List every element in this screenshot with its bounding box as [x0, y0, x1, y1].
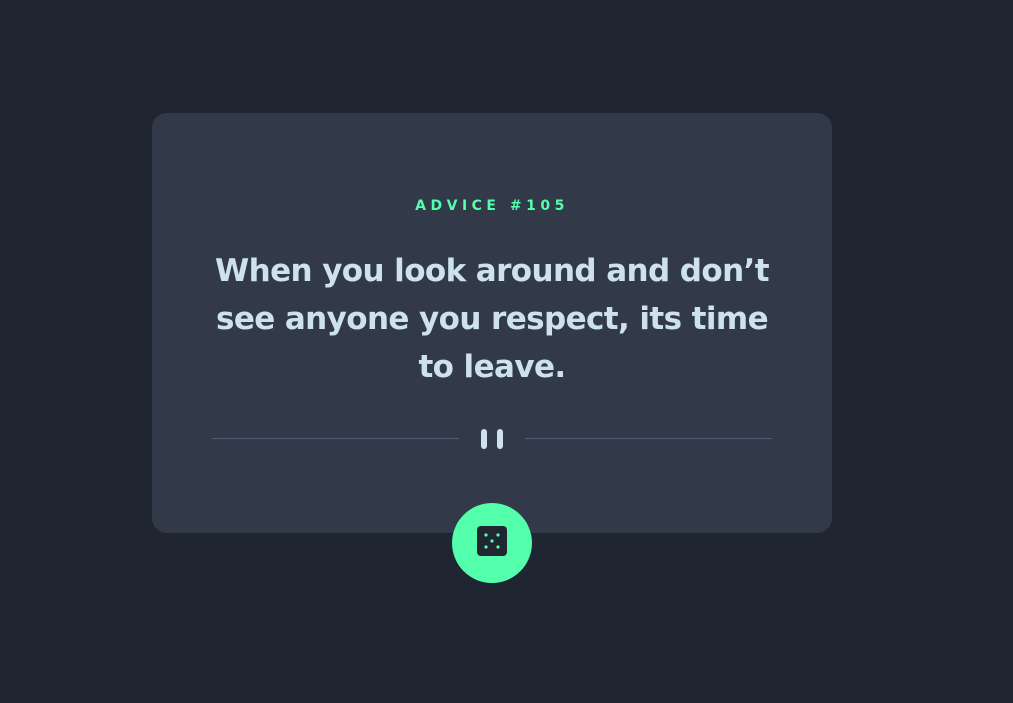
divider [212, 427, 772, 451]
divider-line-left [212, 438, 459, 439]
dice-icon [477, 526, 507, 556]
advice-number: ADVICE #105 [415, 198, 569, 214]
generate-advice-button[interactable] [452, 503, 532, 583]
divider-line-right [525, 438, 772, 439]
advice-quote: When you look around and don’t see anyon… [215, 253, 770, 385]
advice-card: ADVICE #105 When you look around and don… [152, 113, 832, 533]
pause-icon [479, 429, 505, 449]
